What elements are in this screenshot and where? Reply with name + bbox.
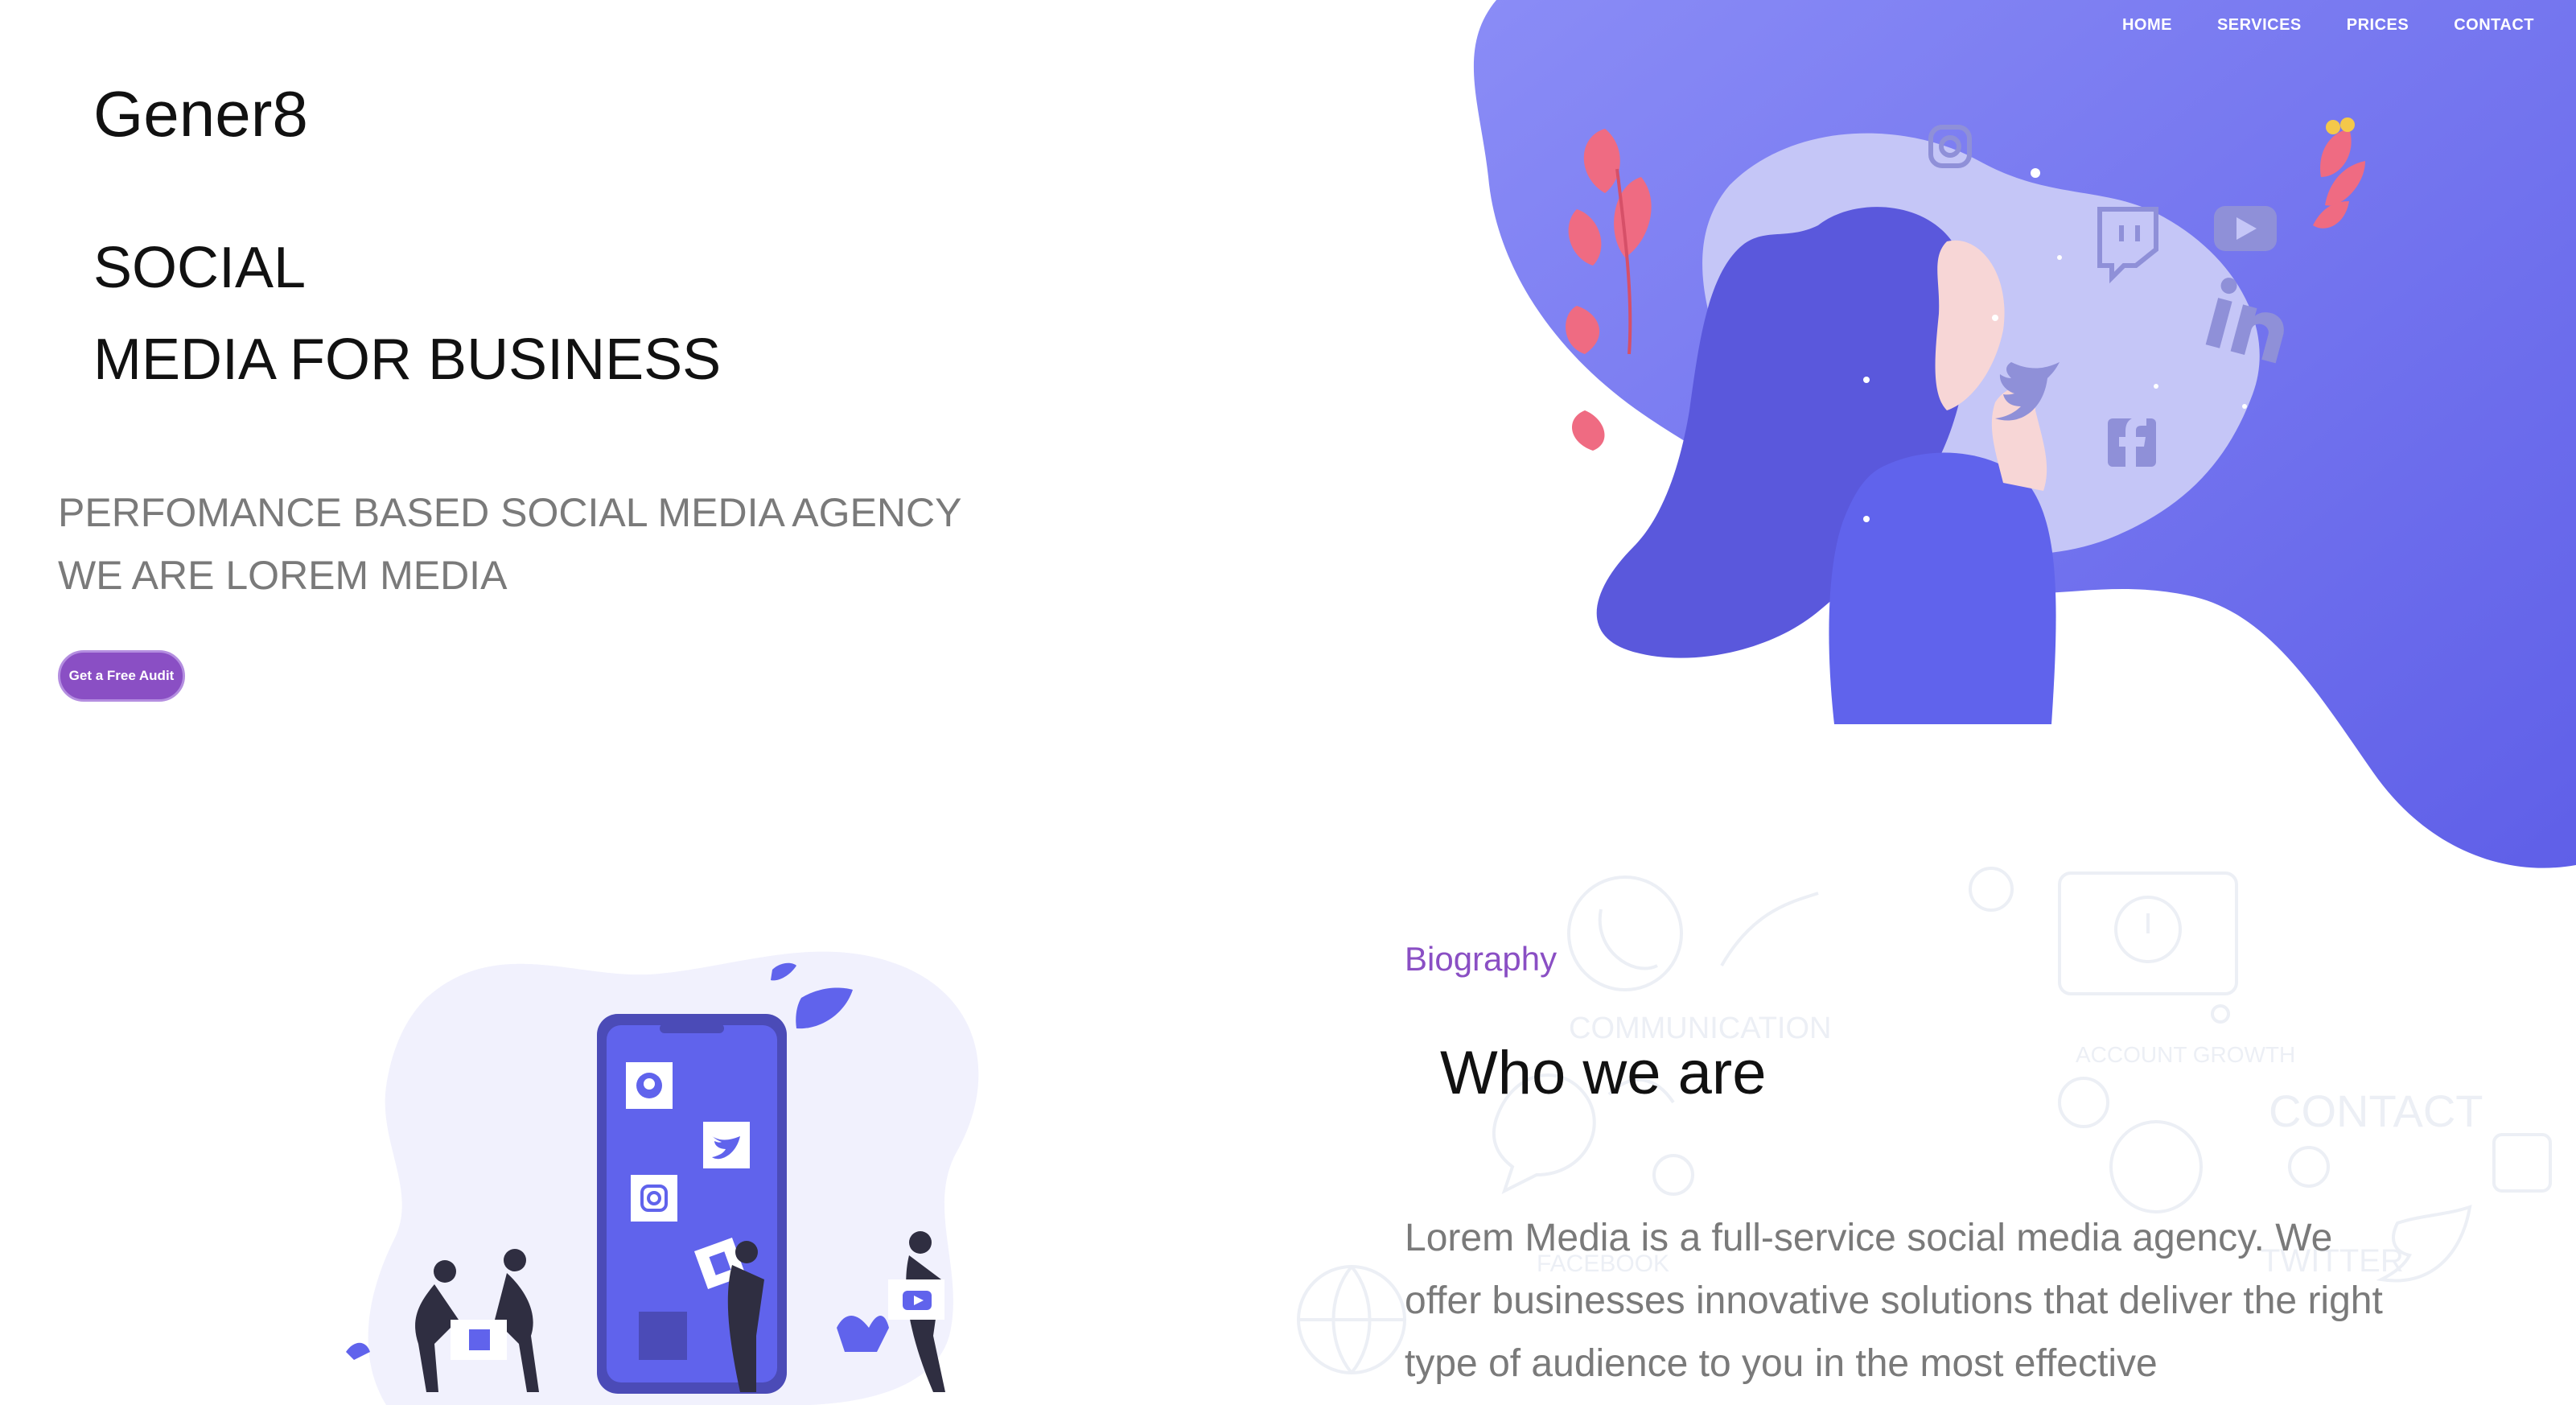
right-plant [2313, 117, 2365, 229]
hero-headline-line2: MEDIA FOR BUSINESS [93, 328, 722, 392]
nav-prices[interactable]: PRICES [2347, 16, 2409, 35]
who-we-are-title: Who we are [1440, 1039, 1767, 1107]
biography-label: Biography [1405, 940, 1558, 978]
svg-text:ACCOUNT GROWTH: ACCOUNT GROWTH [2076, 1042, 2295, 1067]
hero-subhead-line2: WE ARE LOREM MEDIA [58, 553, 508, 598]
main-nav: HOME SERVICES PRICES CONTACT [2122, 16, 2534, 35]
phone-illustration [346, 951, 979, 1405]
svg-text:CONTACT: CONTACT [2269, 1086, 2483, 1136]
hero-subheadline: PERFOMANCE BASED SOCIAL MEDIA AGENCY WE … [58, 481, 1104, 607]
hero-subhead-line1: PERFOMANCE BASED SOCIAL MEDIA AGENCY [58, 490, 962, 535]
youtube-card [888, 1279, 944, 1320]
left-plant [1566, 129, 1652, 451]
site-logo[interactable]: Gener8 [93, 77, 308, 151]
woman-body [1829, 452, 2056, 724]
hero-illustration [1566, 117, 2365, 724]
get-free-audit-button[interactable]: Get a Free Audit [58, 650, 185, 702]
facebook-card [451, 1320, 507, 1360]
facebook-icon [2108, 417, 2156, 467]
biography-text: Lorem Media is a full-service social med… [1405, 1217, 2383, 1385]
hero-headline: SOCIAL MEDIA FOR BUSINESS [93, 222, 978, 406]
youtube-icon [2214, 206, 2277, 251]
twitter-app-icon [703, 1122, 750, 1168]
pinterest-icon [626, 1062, 673, 1109]
hero-headline-line1: SOCIAL [93, 236, 307, 300]
nav-services[interactable]: SERVICES [2217, 16, 2302, 35]
nav-home[interactable]: HOME [2122, 16, 2172, 35]
landing-page: HOME SERVICES PRICES CONTACT Gener8 SOCI… [0, 0, 2576, 1405]
nav-contact[interactable]: CONTACT [2454, 16, 2534, 35]
instagram-app-icon [631, 1175, 677, 1222]
